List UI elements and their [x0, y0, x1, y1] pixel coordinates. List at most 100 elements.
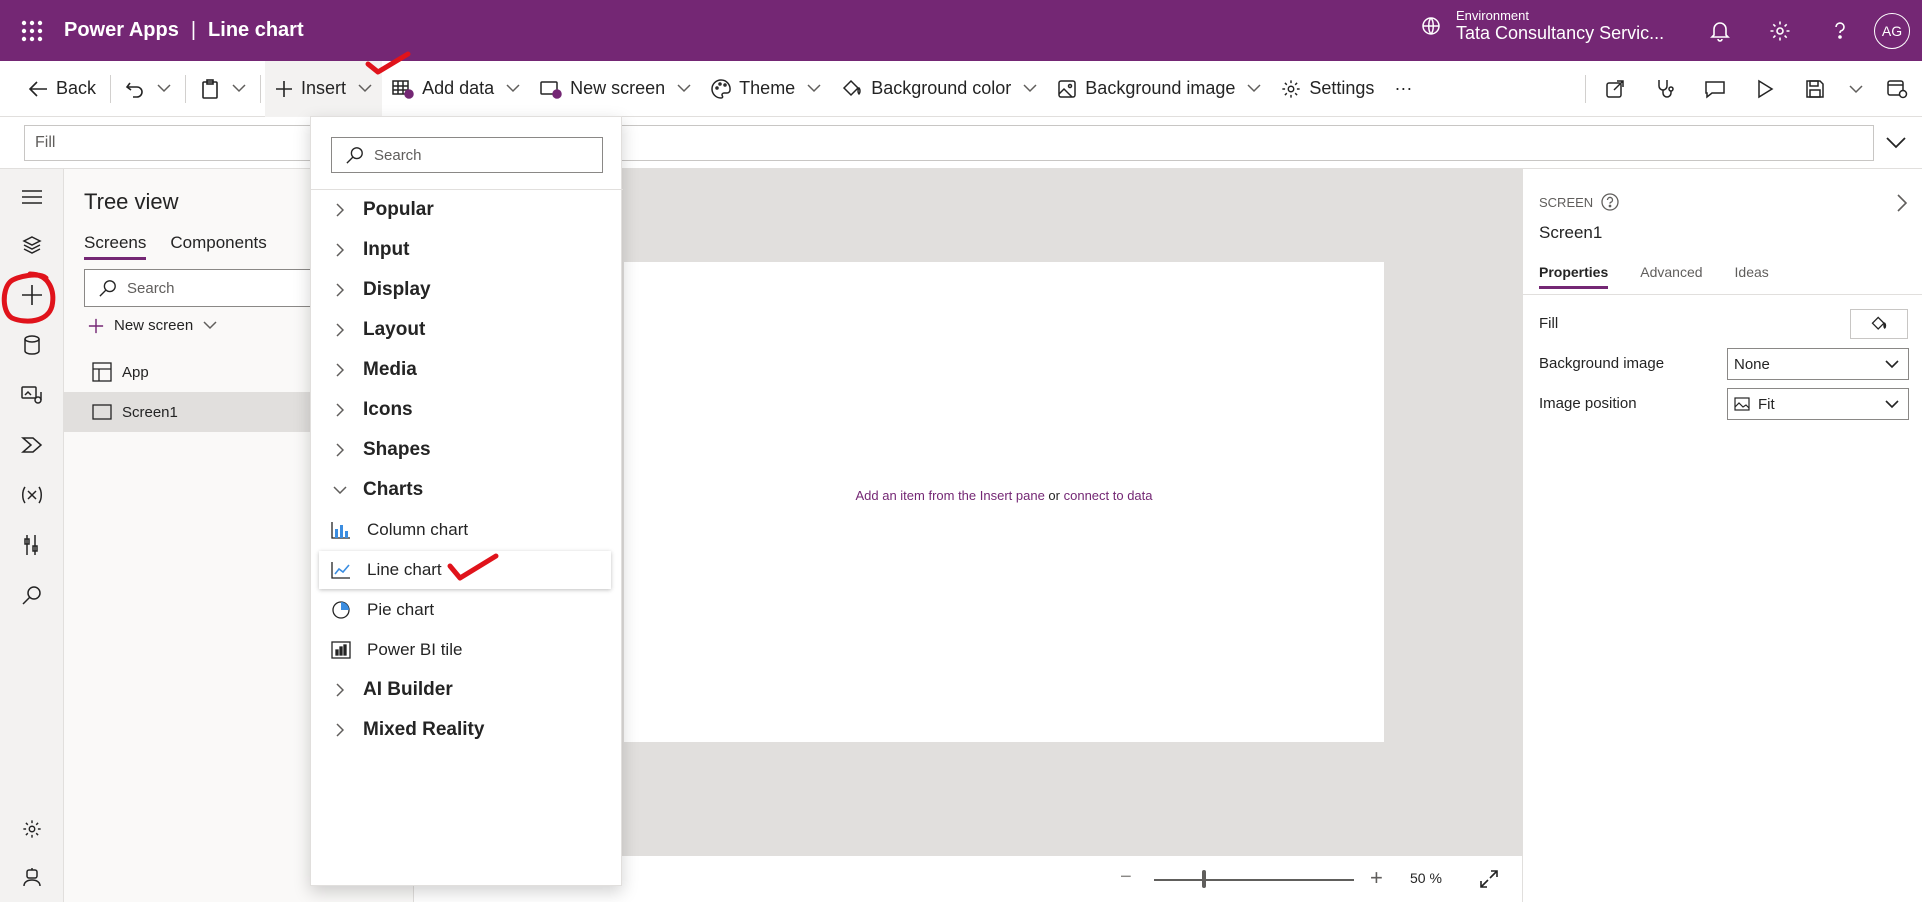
settings-gear-icon[interactable]	[12, 809, 52, 849]
category-input[interactable]: Input	[311, 230, 623, 270]
category-popular[interactable]: Popular	[311, 190, 623, 230]
control-name[interactable]: Screen1	[1539, 223, 1602, 243]
power-automate-icon[interactable]	[12, 425, 52, 465]
new-screen-button[interactable]: New screen	[530, 61, 701, 117]
app-icon	[92, 362, 112, 382]
theme-button[interactable]: Theme	[701, 61, 831, 117]
notifications-icon[interactable]	[1690, 0, 1750, 61]
save-icon[interactable]	[1790, 61, 1840, 117]
chevron-down-icon[interactable]	[232, 82, 246, 96]
help-icon[interactable]	[1810, 0, 1870, 61]
app-launcher-icon[interactable]	[0, 0, 64, 61]
add-data-button[interactable]: Add data	[382, 61, 530, 117]
category-label: Shapes	[363, 439, 431, 460]
settings-button[interactable]: Settings	[1271, 61, 1384, 117]
background-image-button[interactable]: Background image	[1047, 61, 1271, 117]
arrow-left-icon	[28, 80, 47, 97]
environment-picker[interactable]: Environment Tata Consultancy Servic...	[1420, 8, 1664, 44]
category-icons[interactable]: Icons	[311, 390, 623, 430]
chevron-down-icon[interactable]	[1840, 61, 1872, 117]
insert-search-input[interactable]: Search	[331, 137, 603, 173]
app-header: Power Apps | Line chart Environment Tata…	[0, 0, 1922, 61]
image-fit-icon	[1734, 397, 1750, 411]
paste-button[interactable]	[190, 61, 256, 117]
advanced-tools-icon[interactable]	[12, 525, 52, 565]
title-separator: |	[190, 19, 197, 41]
chevron-right-icon	[333, 323, 347, 337]
chevron-down-icon	[1885, 360, 1899, 369]
zoom-out-icon[interactable]: −	[1120, 866, 1132, 889]
data-cylinder-icon[interactable]	[12, 325, 52, 365]
undo-button[interactable]	[115, 61, 181, 117]
search-icon[interactable]	[12, 575, 52, 615]
chevron-right-icon	[333, 403, 347, 417]
command-bar: Back Insert Add data New screen Theme Ba…	[0, 60, 1922, 117]
insert-power-bi-tile[interactable]: Power BI tile	[319, 631, 611, 669]
category-charts[interactable]: Charts	[311, 470, 623, 510]
insert-button[interactable]: Insert	[265, 60, 383, 117]
variables-icon[interactable]	[12, 475, 52, 515]
comments-icon[interactable]	[1690, 61, 1740, 117]
fill-color-picker[interactable]	[1850, 309, 1908, 339]
collapse-panel-chevron-icon[interactable]	[1896, 193, 1908, 218]
tab-advanced[interactable]: Advanced	[1640, 264, 1702, 289]
tree-new-screen-label: New screen	[114, 317, 194, 334]
tab-screens[interactable]: Screens	[84, 233, 147, 260]
user-avatar[interactable]: AG	[1874, 12, 1910, 49]
category-layout[interactable]: Layout	[311, 310, 623, 350]
background-color-button[interactable]: Background color	[831, 61, 1047, 117]
property-selector[interactable]: Fill	[24, 125, 1874, 161]
insert-column-chart[interactable]: Column chart	[319, 511, 611, 549]
app-checker-icon[interactable]	[1640, 61, 1690, 117]
properties-panel: SCREEN Screen1 Properties Advanced Ideas…	[1522, 169, 1922, 902]
product-name[interactable]: Power Apps	[64, 19, 179, 42]
category-shapes[interactable]: Shapes	[311, 430, 623, 470]
insert-search-placeholder: Search	[374, 146, 422, 164]
more-commands-button[interactable]: ···	[1384, 61, 1422, 117]
tab-properties[interactable]: Properties	[1539, 264, 1609, 289]
insert-pie-chart[interactable]: Pie chart	[319, 591, 611, 629]
publish-icon[interactable]	[1872, 61, 1922, 117]
fit-to-window-icon[interactable]	[1476, 866, 1502, 892]
paint-bucket-icon	[1871, 316, 1887, 330]
zoom-level: 50 %	[1410, 870, 1442, 886]
back-button[interactable]: Back	[18, 61, 106, 117]
expand-formula-chevron-icon[interactable]	[1882, 129, 1910, 157]
chevron-down-icon[interactable]	[157, 82, 171, 96]
category-display[interactable]: Display	[311, 270, 623, 310]
settings-gear-icon[interactable]	[1750, 0, 1810, 61]
tree-new-screen-button[interactable]: New screen	[88, 317, 217, 334]
category-label: Mixed Reality	[363, 719, 485, 740]
tree-item-label: Screen1	[122, 403, 178, 421]
media-icon[interactable]	[12, 375, 52, 415]
insert-pane-hint[interactable]: Add an item from the Insert pane	[855, 488, 1044, 503]
screen1-canvas[interactable]: Add an item from the Insert pane or conn…	[624, 262, 1384, 742]
tab-ideas[interactable]: Ideas	[1735, 264, 1769, 289]
category-mixed-reality[interactable]: Mixed Reality	[311, 710, 623, 750]
zoom-slider-track[interactable]	[1154, 879, 1354, 881]
insert-line-chart[interactable]: Line chart	[319, 551, 611, 589]
help-circle-icon[interactable]	[1601, 193, 1619, 211]
chevron-right-icon	[333, 363, 347, 377]
chart-item-label: Pie chart	[367, 600, 435, 619]
image-position-select[interactable]: Fit	[1727, 388, 1909, 420]
category-ai-builder[interactable]: AI Builder	[311, 670, 623, 710]
connect-to-data-link[interactable]: connect to data	[1064, 488, 1153, 503]
insert-plus-icon[interactable]	[12, 275, 52, 315]
share-icon[interactable]	[1590, 61, 1640, 117]
zoom-slider-handle[interactable]	[1202, 870, 1206, 888]
virtual-agent-icon[interactable]	[12, 857, 52, 897]
category-media[interactable]: Media	[311, 350, 623, 390]
hamburger-menu-icon[interactable]	[12, 177, 52, 217]
add-data-label: Add data	[422, 78, 495, 98]
chevron-down-icon	[506, 82, 520, 96]
play-icon[interactable]	[1740, 61, 1790, 117]
chevron-down-icon	[677, 82, 691, 96]
background-image-select[interactable]: None	[1727, 348, 1909, 380]
category-label: Popular	[363, 199, 434, 220]
tab-components[interactable]: Components	[170, 233, 266, 260]
zoom-in-icon[interactable]: +	[1370, 865, 1383, 891]
layers-tree-view-icon[interactable]	[12, 225, 52, 265]
divider	[1585, 75, 1586, 103]
category-label: Icons	[363, 399, 413, 420]
